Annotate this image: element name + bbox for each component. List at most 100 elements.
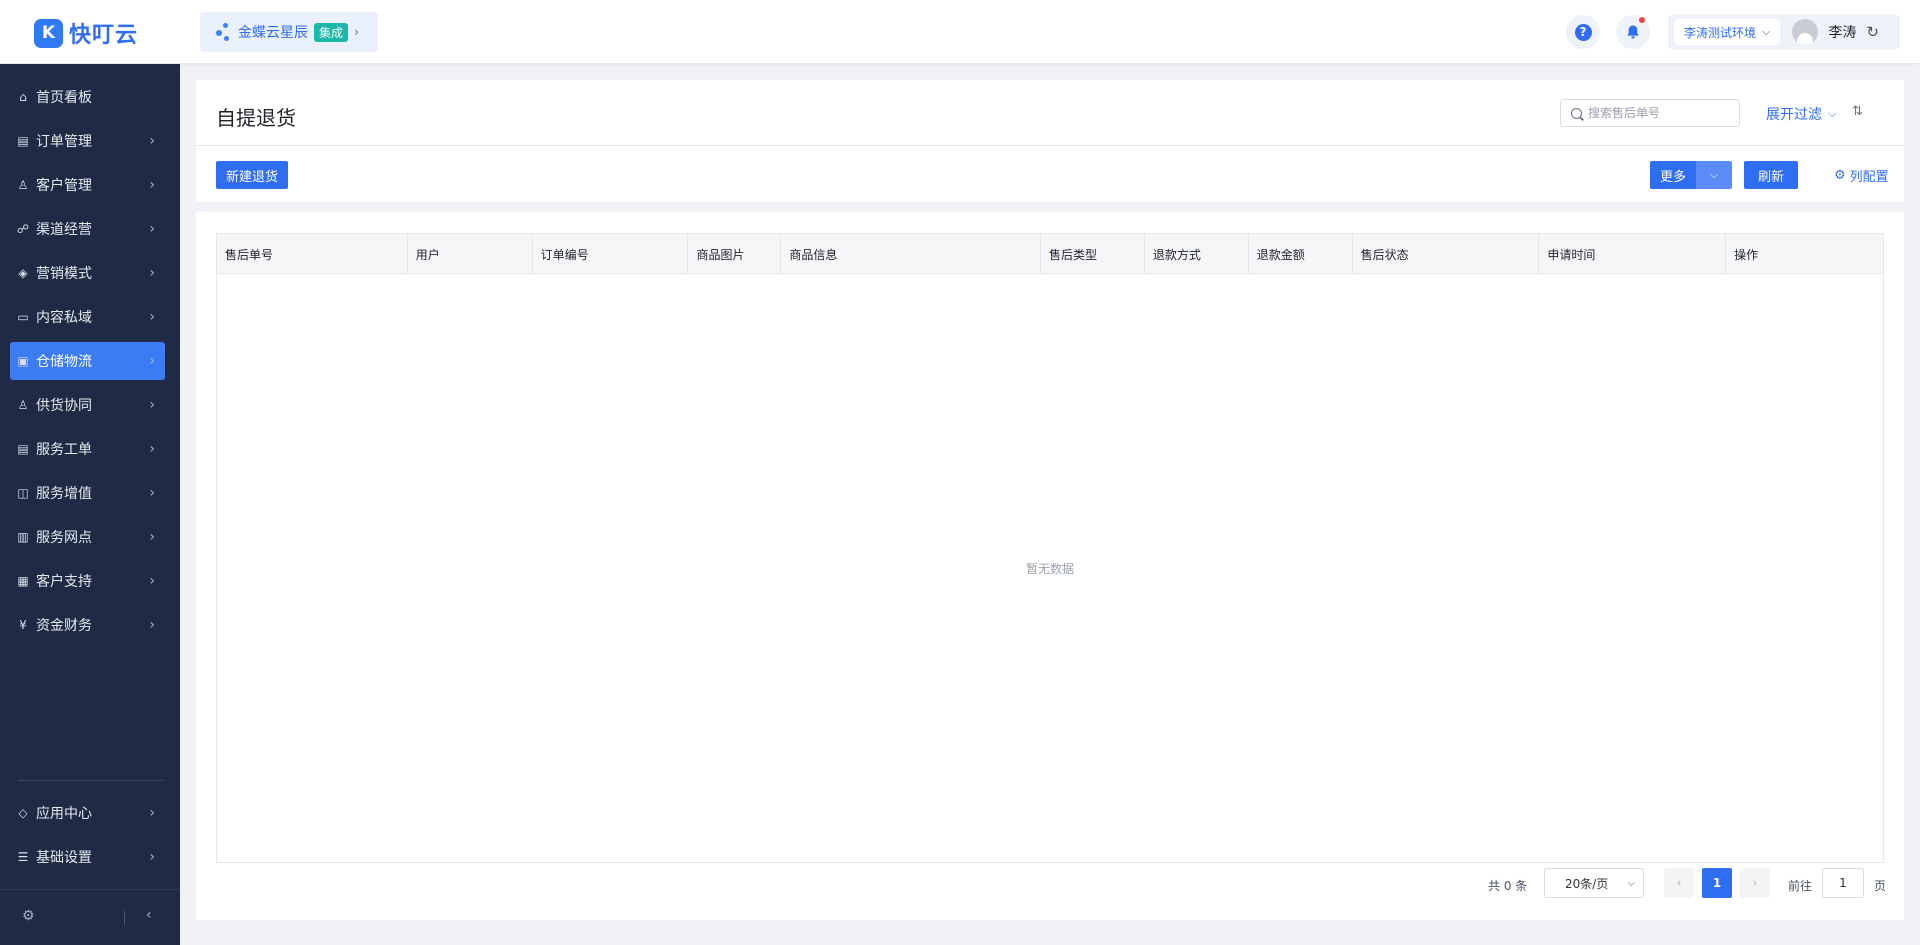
refresh-icon[interactable]: ↻: [1866, 23, 1879, 41]
environment-label: 李涛测试环境: [1684, 25, 1757, 40]
tag-icon: ◈: [18, 266, 28, 280]
refresh-button[interactable]: 刷新: [1744, 161, 1799, 189]
column-config-label: 列配置: [1849, 170, 1889, 185]
table-header-row: 售后单号 用户 订单编号 商品图片 商品信息 售后类型 退款方式 退款金额 售后状态 申请时间 操作: [217, 234, 1883, 274]
page-suffix: 页: [1874, 879, 1887, 893]
chevron-right-icon: ›: [149, 849, 155, 865]
bell-icon: [1627, 25, 1639, 39]
help-button[interactable]: ?: [1566, 15, 1600, 49]
chevron-right-icon: ›: [149, 573, 155, 589]
column-header: 商品信息: [781, 234, 1042, 274]
sidebar-item-support[interactable]: ▦ 客户支持 ›: [10, 562, 165, 600]
column-header: 退款方式: [1145, 234, 1249, 274]
integration-label: 金蝶云星辰: [238, 25, 308, 41]
more-dropdown-chevron-icon[interactable]: ⌵: [1696, 161, 1733, 189]
chevron-right-icon: ›: [149, 221, 155, 237]
page-size-select[interactable]: 20条/页 ⌵: [1544, 868, 1644, 898]
search-input[interactable]: [1588, 106, 1728, 120]
notification-badge: [1639, 17, 1645, 23]
image-icon: ▭: [17, 310, 29, 324]
chevron-right-icon: ›: [149, 353, 155, 369]
chevron-right-icon: ›: [149, 309, 155, 325]
search-box[interactable]: [1560, 99, 1740, 127]
sidebar-divider: [18, 780, 163, 781]
column-header: 用户: [408, 234, 533, 274]
sidebar-item-supply[interactable]: ♙ 供货协同 ›: [10, 386, 165, 424]
chevron-down-icon: ⌵: [1762, 25, 1771, 38]
returns-table: 售后单号 用户 订单编号 商品图片 商品信息 售后类型 退款方式 退款金额 售后状态 申请时间 操作…: [216, 233, 1884, 863]
sidebar-item-label: 订单管理: [36, 134, 92, 150]
help-icon: ?: [1574, 23, 1592, 41]
sidebar-item-label: 服务增值: [36, 486, 92, 502]
chevron-right-icon: ›: [149, 441, 155, 457]
chevron-right-icon: ›: [149, 133, 155, 149]
chevron-right-icon: ›: [149, 529, 155, 545]
expand-filter-link[interactable]: 展开过滤 ⌵: [1766, 104, 1836, 124]
column-config-link[interactable]: ⚙ 列配置: [1834, 166, 1889, 185]
sidebar-item-warehouse[interactable]: ▣ 仓储物流 ›: [10, 342, 165, 380]
sidebar-item-label: 内容私域: [36, 310, 92, 326]
chevron-right-icon: ›: [149, 265, 155, 281]
environment-select[interactable]: 李涛测试环境 ⌵: [1674, 19, 1781, 45]
notification-button[interactable]: [1616, 15, 1650, 49]
clipboard-icon: ▤: [17, 134, 29, 148]
sidebar-item-label: 客户支持: [36, 574, 92, 590]
channel-icon: ☍: [16, 222, 30, 236]
sidebar-item-clipboard[interactable]: ▤ 订单管理 ›: [10, 122, 165, 160]
page-number-button[interactable]: 1: [1702, 868, 1732, 898]
home-icon: ⌂: [19, 90, 27, 104]
sort-icon[interactable]: ⇅: [1852, 104, 1863, 119]
page-title: 自提退货: [216, 106, 296, 130]
integration-dots-icon: [214, 21, 232, 43]
avatar[interactable]: [1792, 19, 1819, 45]
integration-tag: 集成: [314, 22, 349, 42]
app-name: 快叮云: [69, 23, 139, 48]
sidebar-item-image[interactable]: ▭ 内容私域 ›: [10, 298, 165, 336]
ticket-icon: ▤: [17, 442, 29, 456]
sidebar-item-ticket[interactable]: ▤ 服务工单 ›: [10, 430, 165, 468]
sidebar-item-home[interactable]: ⌂ 首页看板: [10, 78, 165, 116]
column-header: 商品图片: [688, 234, 782, 274]
sidebar-item-user[interactable]: ♙ 客户管理 ›: [10, 166, 165, 204]
sidebar-item-bag[interactable]: ◫ 服务增值 ›: [10, 474, 165, 512]
logo-mark-icon: K: [34, 18, 63, 48]
column-header: 申请时间: [1539, 234, 1727, 274]
search-icon: [1571, 107, 1582, 119]
sidebar: ⌂ 首页看板 ▤ 订单管理 › ♙ 客户管理 › ☍ 渠道经营 › ◈ 营销模式 › ▭ 内容私域 › ▣ 仓储物流…: [0, 64, 180, 945]
chevron-right-icon: ›: [149, 617, 155, 633]
sidebar-item-label: 渠道经营: [36, 222, 92, 238]
sidebar-item-yen[interactable]: ¥ 资金财务 ›: [10, 606, 165, 644]
supply-icon: ♙: [17, 398, 29, 412]
column-header: 售后单号: [217, 234, 408, 274]
user-name[interactable]: 李涛: [1828, 22, 1856, 42]
page-size-value: 20条/页: [1565, 876, 1609, 891]
sidebar-item-sliders[interactable]: ☰ 基础设置 ›: [10, 838, 165, 876]
more-button[interactable]: 更多: [1650, 161, 1697, 189]
expand-filter-label: 展开过滤: [1766, 107, 1822, 123]
sidebar-item-tag[interactable]: ◈ 营销模式 ›: [10, 254, 165, 292]
prev-page-button[interactable]: ‹: [1664, 868, 1694, 898]
top-header: K 快叮云 金蝶云星辰 集成 › ? 李涛测试环境 ⌵ 李涛 ↻: [0, 0, 1920, 64]
integration-switch[interactable]: 金蝶云星辰 集成 ›: [200, 12, 378, 52]
sidebar-item-label: 营销模式: [36, 266, 92, 282]
gear-icon[interactable]: ⚙: [22, 908, 35, 924]
sidebar-item-channel[interactable]: ☍ 渠道经营 ›: [10, 210, 165, 248]
support-icon: ▦: [17, 574, 29, 588]
new-return-button[interactable]: 新建退货: [216, 161, 289, 189]
app-logo[interactable]: K 快叮云: [34, 17, 138, 49]
yen-icon: ¥: [19, 618, 27, 632]
total-count: 共 0 条: [1488, 879, 1528, 893]
chevron-right-icon: ›: [354, 24, 360, 40]
more-button-group[interactable]: 更多 ⌵: [1650, 161, 1733, 189]
sidebar-item-store[interactable]: ▥ 服务网点 ›: [10, 518, 165, 556]
sidebar-item-label: 供货协同: [36, 398, 92, 414]
next-page-button[interactable]: ›: [1740, 868, 1770, 898]
sidebar-item-label: 资金财务: [36, 618, 92, 634]
column-header: 售后类型: [1041, 234, 1145, 274]
collapse-sidebar-icon[interactable]: ‹: [146, 907, 152, 923]
bag-icon: ◫: [17, 486, 29, 500]
sidebar-item-cube[interactable]: ◇ 应用中心 ›: [10, 794, 165, 832]
goto-page-input[interactable]: [1822, 868, 1864, 898]
column-header: 售后状态: [1353, 234, 1540, 274]
user-area: 李涛测试环境 ⌵ 李涛 ↻: [1668, 14, 1900, 50]
